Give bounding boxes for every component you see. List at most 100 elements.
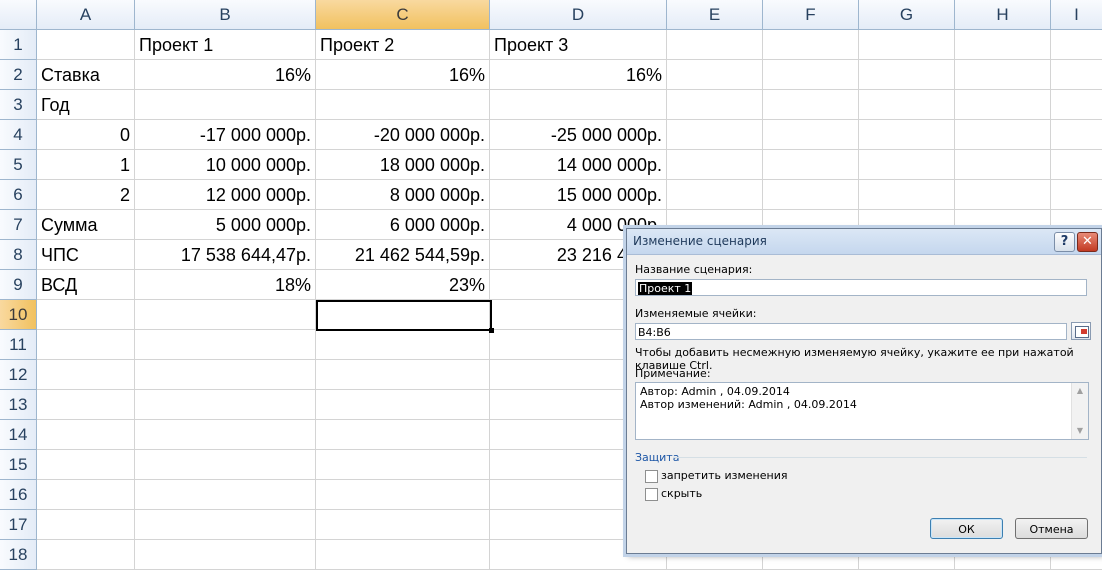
row-header[interactable]: 4 (0, 120, 37, 150)
cell-c16[interactable] (316, 480, 490, 510)
cell-f6[interactable] (763, 180, 859, 210)
cell-b18[interactable] (135, 540, 316, 570)
cell-i6[interactable] (1051, 180, 1102, 210)
range-select-icon[interactable] (1071, 322, 1091, 340)
cell-a5[interactable]: 1 (37, 150, 135, 180)
cell-g2[interactable] (859, 60, 955, 90)
comment-textarea[interactable]: Автор: Admin , 04.09.2014 Автор изменени… (635, 382, 1089, 440)
cell-a16[interactable] (37, 480, 135, 510)
scenario-name-input[interactable]: Проект 1 (635, 279, 1087, 296)
row-header[interactable]: 6 (0, 180, 37, 210)
row-header[interactable]: 18 (0, 540, 37, 570)
cell-a12[interactable] (37, 360, 135, 390)
cell-a3[interactable]: Год (37, 90, 135, 120)
cell-c15[interactable] (316, 450, 490, 480)
dialog-title-bar[interactable]: Изменение сценария ? ✕ (627, 229, 1101, 255)
column-header-d[interactable]: D (490, 0, 667, 30)
cell-h4[interactable] (955, 120, 1051, 150)
row-header[interactable]: 15 (0, 450, 37, 480)
row-header[interactable]: 7 (0, 210, 37, 240)
cell-i4[interactable] (1051, 120, 1102, 150)
row-header[interactable]: 8 (0, 240, 37, 270)
cell-h5[interactable] (955, 150, 1051, 180)
row-header[interactable]: 17 (0, 510, 37, 540)
close-button[interactable]: ✕ (1077, 232, 1098, 252)
cell-a18[interactable] (37, 540, 135, 570)
column-header-c[interactable]: C (316, 0, 490, 30)
cell-a10[interactable] (37, 300, 135, 330)
row-header[interactable]: 2 (0, 60, 37, 90)
cell-d3[interactable] (490, 90, 667, 120)
column-header-i[interactable]: I (1051, 0, 1102, 30)
cell-f3[interactable] (763, 90, 859, 120)
cell-c4[interactable]: -20 000 000р. (316, 120, 490, 150)
cell-b17[interactable] (135, 510, 316, 540)
active-cell-c10[interactable] (316, 300, 494, 333)
cell-c11[interactable] (316, 330, 490, 360)
row-header[interactable]: 13 (0, 390, 37, 420)
ok-button[interactable]: ОК (930, 518, 1003, 539)
cell-g6[interactable] (859, 180, 955, 210)
cell-e6[interactable] (667, 180, 763, 210)
cell-c2[interactable]: 16% (316, 60, 490, 90)
cell-g3[interactable] (859, 90, 955, 120)
cell-f5[interactable] (763, 150, 859, 180)
cell-a14[interactable] (37, 420, 135, 450)
cell-i3[interactable] (1051, 90, 1102, 120)
cell-a17[interactable] (37, 510, 135, 540)
cell-b16[interactable] (135, 480, 316, 510)
cell-a8[interactable]: ЧПС (37, 240, 135, 270)
cell-h1[interactable] (955, 30, 1051, 60)
cell-d6[interactable]: 15 000 000р. (490, 180, 667, 210)
cell-c7[interactable]: 6 000 000р. (316, 210, 490, 240)
column-header-g[interactable]: G (859, 0, 955, 30)
cell-c6[interactable]: 8 000 000р. (316, 180, 490, 210)
cell-d5[interactable]: 14 000 000р. (490, 150, 667, 180)
cancel-button[interactable]: Отмена (1015, 518, 1088, 539)
row-header[interactable]: 10 (0, 300, 37, 330)
row-header[interactable]: 1 (0, 30, 37, 60)
cell-h2[interactable] (955, 60, 1051, 90)
column-header-h[interactable]: H (955, 0, 1051, 30)
cell-b11[interactable] (135, 330, 316, 360)
cell-b5[interactable]: 10 000 000р. (135, 150, 316, 180)
cell-b4[interactable]: -17 000 000р. (135, 120, 316, 150)
column-header-b[interactable]: B (135, 0, 316, 30)
cell-b14[interactable] (135, 420, 316, 450)
cell-b7[interactable]: 5 000 000р. (135, 210, 316, 240)
cell-b13[interactable] (135, 390, 316, 420)
cell-a13[interactable] (37, 390, 135, 420)
cell-a6[interactable]: 2 (37, 180, 135, 210)
cell-f2[interactable] (763, 60, 859, 90)
cell-b3[interactable] (135, 90, 316, 120)
column-header-e[interactable]: E (667, 0, 763, 30)
cell-a1[interactable] (37, 30, 135, 60)
row-header[interactable]: 14 (0, 420, 37, 450)
cell-d2[interactable]: 16% (490, 60, 667, 90)
column-header-a[interactable]: A (37, 0, 135, 30)
cell-a15[interactable] (37, 450, 135, 480)
cell-c13[interactable] (316, 390, 490, 420)
cell-c17[interactable] (316, 510, 490, 540)
cell-g4[interactable] (859, 120, 955, 150)
cell-c5[interactable]: 18 000 000р. (316, 150, 490, 180)
cell-c9[interactable]: 23% (316, 270, 490, 300)
hide-checkbox[interactable] (645, 488, 658, 501)
cell-a7[interactable]: Сумма (37, 210, 135, 240)
cell-g5[interactable] (859, 150, 955, 180)
cell-g1[interactable] (859, 30, 955, 60)
cell-i1[interactable] (1051, 30, 1102, 60)
cell-d4[interactable]: -25 000 000р. (490, 120, 667, 150)
cell-a2[interactable]: Ставка (37, 60, 135, 90)
cell-d1[interactable]: Проект 3 (490, 30, 667, 60)
prevent-changes-label[interactable]: запретить изменения (661, 469, 787, 482)
cell-b10[interactable] (135, 300, 316, 330)
comment-scrollbar[interactable]: ▲ ▼ (1071, 383, 1088, 439)
row-header[interactable]: 11 (0, 330, 37, 360)
cell-e4[interactable] (667, 120, 763, 150)
cell-b1[interactable]: Проект 1 (135, 30, 316, 60)
cell-e2[interactable] (667, 60, 763, 90)
cell-b8[interactable]: 17 538 644,47р. (135, 240, 316, 270)
select-all-corner[interactable] (0, 0, 37, 30)
cell-b6[interactable]: 12 000 000р. (135, 180, 316, 210)
